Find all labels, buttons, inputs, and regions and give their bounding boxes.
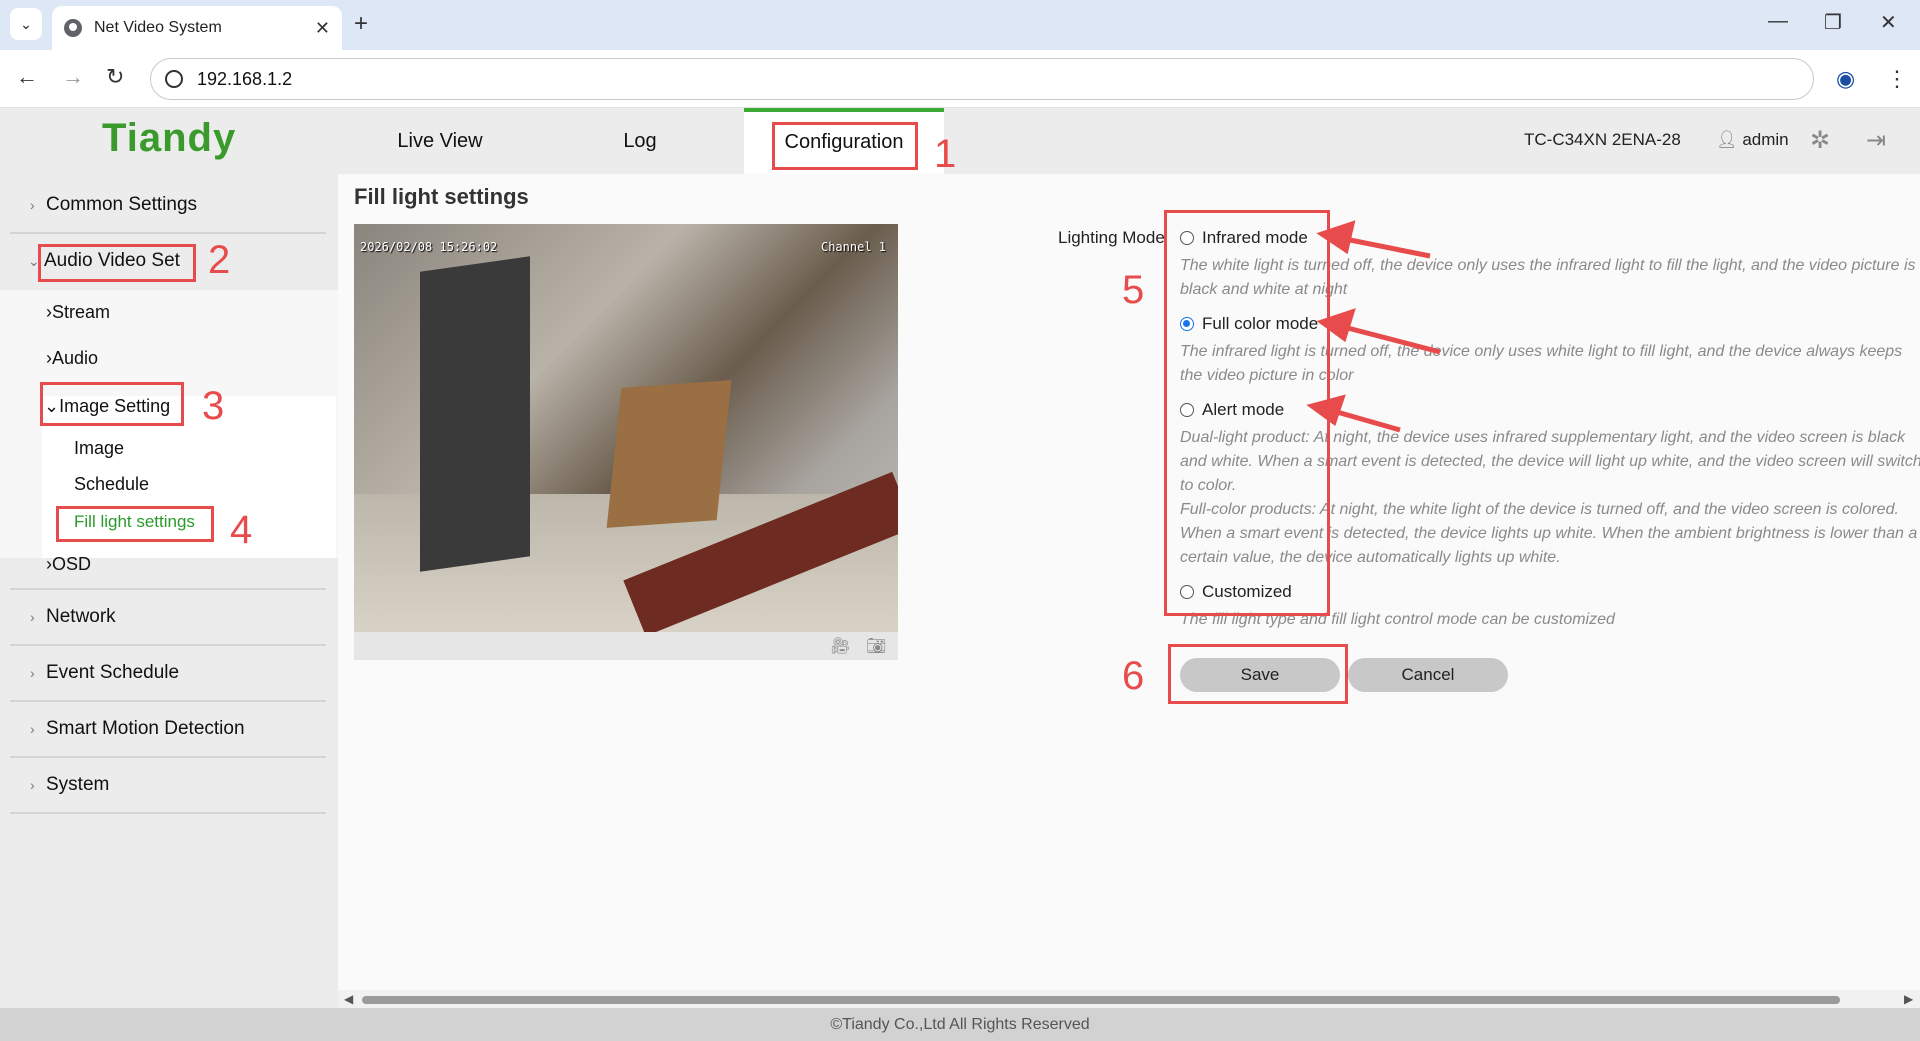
annotation-box-audio-video	[38, 244, 196, 282]
app-header: Tiandy Live View Log Configuration TC-C3…	[0, 108, 1920, 174]
tiandy-logo: Tiandy	[102, 116, 237, 160]
sidebar: › Common Settings ⌄ Audio Video Set ›Strea…	[0, 174, 338, 1008]
maximize-button[interactable]: ❐	[1824, 10, 1842, 35]
device-model: TC-C34XN 2ENA-28	[1524, 130, 1681, 149]
scroll-left-icon[interactable]: ◀	[344, 992, 353, 1006]
minimize-button[interactable]: —	[1768, 10, 1788, 33]
annotation-number: 4	[230, 508, 253, 552]
snapshot-icon[interactable]: 📷︎	[866, 636, 886, 656]
forward-button[interactable]: →	[62, 64, 84, 90]
annotation-box-image-setting	[40, 382, 184, 426]
window-close-button[interactable]: ✕	[1880, 10, 1897, 35]
chevron-right-icon: ›	[30, 197, 35, 213]
back-button[interactable]: ←	[16, 64, 38, 90]
divider	[10, 812, 326, 814]
scrollbar-thumb[interactable]	[362, 996, 1840, 1004]
annotation-number: 6	[1122, 654, 1145, 698]
sidebar-item-stream[interactable]: ›Stream	[46, 302, 110, 323]
sidebar-item-system[interactable]: › System	[30, 774, 109, 796]
tab-title: Net Video System	[94, 19, 222, 36]
tab-search-chevron-icon[interactable]: ⌄	[10, 8, 42, 40]
annotation-number: 5	[1122, 268, 1145, 312]
live-video-preview[interactable]: 2026/02/08 15:26:02 Channel 1	[354, 224, 898, 632]
scroll-right-icon[interactable]: ▶	[1904, 992, 1913, 1006]
user-icon: 👤︎	[1716, 130, 1738, 149]
tab-log[interactable]: Log	[560, 108, 720, 174]
reload-button[interactable]: ↻	[106, 64, 124, 90]
new-tab-button[interactable]: +	[354, 10, 368, 38]
browser-tab[interactable]: Net Video System ✕	[52, 6, 342, 50]
sidebar-item-common-settings[interactable]: › Common Settings	[30, 194, 197, 216]
username: admin	[1742, 130, 1789, 149]
user-menu[interactable]: 👤︎ admin	[1716, 130, 1789, 150]
divider	[10, 700, 326, 702]
horizontal-scrollbar[interactable]: ◀ ▶	[338, 990, 1920, 1008]
divider	[10, 644, 326, 646]
chevron-right-icon: ›	[30, 665, 35, 681]
video-toolbar: 🎥︎ 📷︎	[354, 632, 898, 660]
chevron-right-icon: ›	[30, 609, 35, 625]
logout-icon[interactable]: ⇥	[1866, 126, 1886, 155]
sidebar-item-osd[interactable]: ›OSD	[46, 554, 91, 575]
annotation-box-fill-light	[56, 506, 214, 542]
tab-live-view[interactable]: Live View	[360, 108, 520, 174]
sidebar-item-audio[interactable]: ›Audio	[46, 348, 98, 369]
annotation-number: 1	[934, 132, 957, 176]
sidebar-item-schedule[interactable]: Schedule	[74, 474, 149, 495]
profile-icon[interactable]: ◉	[1836, 66, 1855, 92]
browser-toolbar: ← → ↻ 192.168.1.2 ◉ ⋮	[0, 50, 1920, 108]
page-title: Fill light settings	[354, 184, 529, 209]
video-timestamp: 2026/02/08 15:26:02	[360, 240, 498, 254]
globe-icon	[64, 19, 82, 37]
site-info-icon[interactable]	[165, 70, 183, 88]
url-text: 192.168.1.2	[197, 68, 293, 89]
tab-close-icon[interactable]: ✕	[315, 18, 330, 39]
video-scene-cardboard	[606, 380, 732, 528]
sidebar-item-smart-motion-detection[interactable]: › Smart Motion Detection	[30, 718, 245, 740]
lighting-mode-label: Lighting Mode	[1058, 228, 1165, 247]
divider	[10, 588, 326, 590]
footer-copyright: ©Tiandy Co.,Ltd All Rights Reserved	[0, 1008, 1920, 1041]
annotation-box-lighting-modes	[1164, 210, 1330, 616]
browser-menu-icon[interactable]: ⋮	[1886, 66, 1908, 92]
cancel-button[interactable]: Cancel	[1348, 658, 1508, 692]
divider	[10, 232, 326, 234]
annotation-number: 2	[208, 238, 231, 282]
sidebar-item-image[interactable]: Image	[74, 438, 124, 459]
sidebar-item-network[interactable]: › Network	[30, 606, 116, 628]
record-icon[interactable]: 🎥︎	[830, 636, 850, 656]
annotation-number: 3	[202, 384, 225, 428]
annotation-box-configuration	[772, 122, 918, 170]
divider	[10, 756, 326, 758]
chevron-right-icon: ›	[30, 721, 35, 737]
plugin-icon[interactable]: ✲	[1810, 126, 1830, 155]
browser-tab-strip: ⌄ Net Video System ✕ + — ❐ ✕	[0, 0, 1920, 50]
address-bar[interactable]: 192.168.1.2	[150, 58, 1814, 100]
chevron-right-icon: ›	[30, 777, 35, 793]
sidebar-item-event-schedule[interactable]: › Event Schedule	[30, 662, 179, 684]
annotation-box-save	[1168, 644, 1348, 704]
video-channel-label: Channel 1	[820, 240, 886, 254]
video-scene-doorway	[420, 256, 530, 572]
